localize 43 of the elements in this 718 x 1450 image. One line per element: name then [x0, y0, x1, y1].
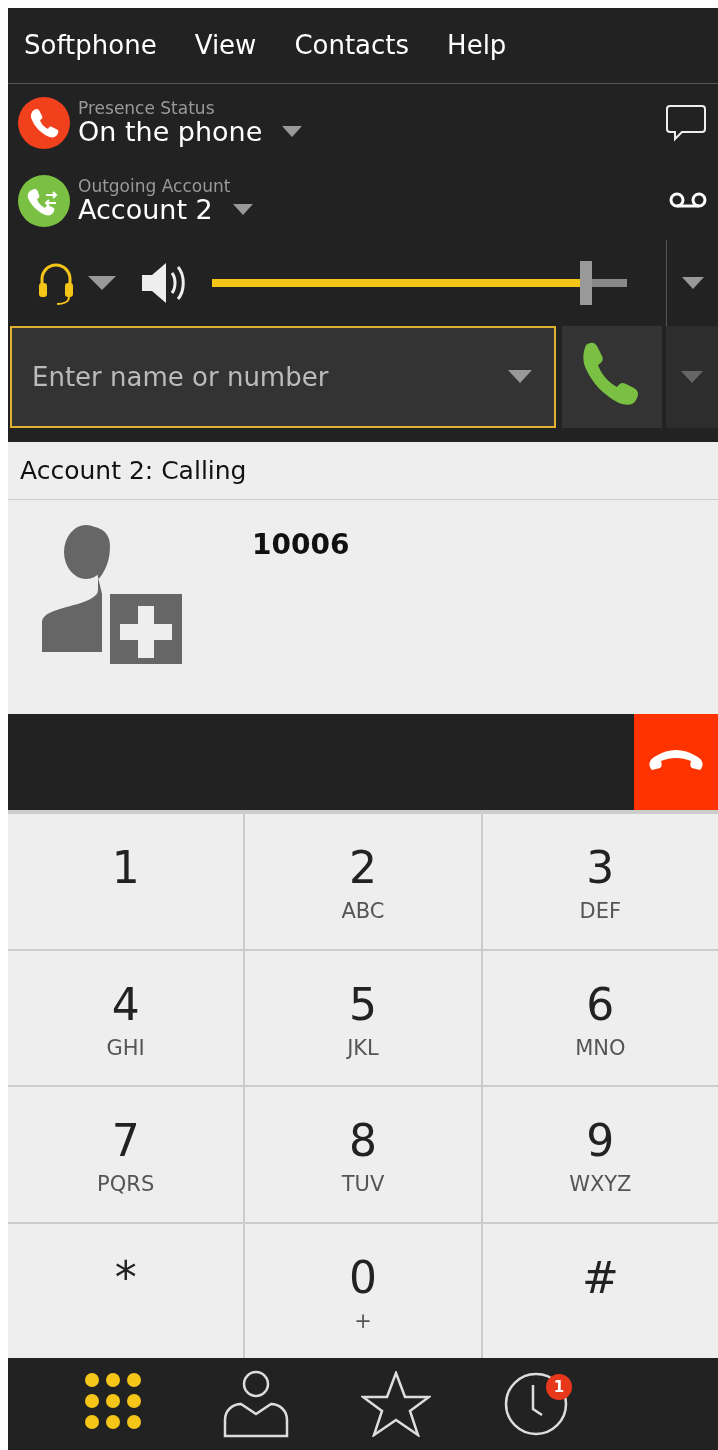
star-icon: [361, 1371, 431, 1437]
person-icon: [223, 1370, 289, 1438]
nav-tab[interactable]: 1: [466, 1364, 606, 1444]
voicemail-icon[interactable]: [668, 191, 708, 211]
notification-count: 1: [546, 1374, 572, 1400]
dialpad-key[interactable]: 7 PQRS: [8, 1087, 244, 1222]
menu-item[interactable]: Contacts: [294, 26, 410, 65]
hang-up-button[interactable]: [634, 714, 718, 810]
chat-icon[interactable]: [666, 103, 708, 143]
add-contact-icon[interactable]: [42, 524, 184, 666]
slider-thumb[interactable]: [579, 261, 592, 305]
dialpad-key[interactable]: 4 GHI: [8, 950, 244, 1085]
speaker-icon[interactable]: [140, 261, 188, 305]
caret-icon: [508, 370, 532, 383]
caret-icon: [681, 277, 704, 289]
account-switch-icon: [18, 175, 70, 227]
field-label: Presence Status: [78, 99, 216, 117]
caller-number: 10006: [252, 527, 350, 563]
dropdown-value[interactable]: On the phone: [78, 116, 263, 147]
call-button[interactable]: [562, 326, 662, 428]
dialpad-key[interactable]: 6 MNO: [482, 950, 718, 1085]
dialpad-key[interactable]: 5 JKL: [245, 950, 481, 1085]
call-status: Account 2: Calling: [8, 442, 718, 500]
dialpad-key[interactable]: 1: [8, 814, 244, 949]
dialpad-key[interactable]: 3 DEF: [482, 814, 718, 949]
clock-icon: [503, 1371, 569, 1437]
caret-icon[interactable]: [282, 125, 303, 138]
menu-item[interactable]: Softphone: [24, 26, 157, 65]
menu-item[interactable]: View: [194, 26, 257, 65]
dialpad-key[interactable]: 8 TUV: [245, 1087, 481, 1222]
dialpad-key[interactable]: 2 ABC: [245, 814, 481, 949]
search-field[interactable]: Enter name or number: [10, 326, 556, 428]
menu-item[interactable]: Help: [447, 26, 507, 65]
phone-status-icon: [18, 97, 70, 149]
dialpad-key[interactable]: *: [8, 1223, 244, 1358]
caret-icon[interactable]: [232, 203, 253, 216]
caret-icon[interactable]: [88, 276, 116, 290]
field-label: Outgoing Account: [78, 177, 232, 195]
dialpad-key[interactable]: 0 +: [245, 1223, 481, 1358]
caret-icon: [681, 371, 703, 383]
dialpad-key[interactable]: 9 WXYZ: [482, 1087, 718, 1222]
dropdown-button[interactable]: [666, 326, 718, 428]
dialpad-key[interactable]: #: [482, 1223, 718, 1358]
